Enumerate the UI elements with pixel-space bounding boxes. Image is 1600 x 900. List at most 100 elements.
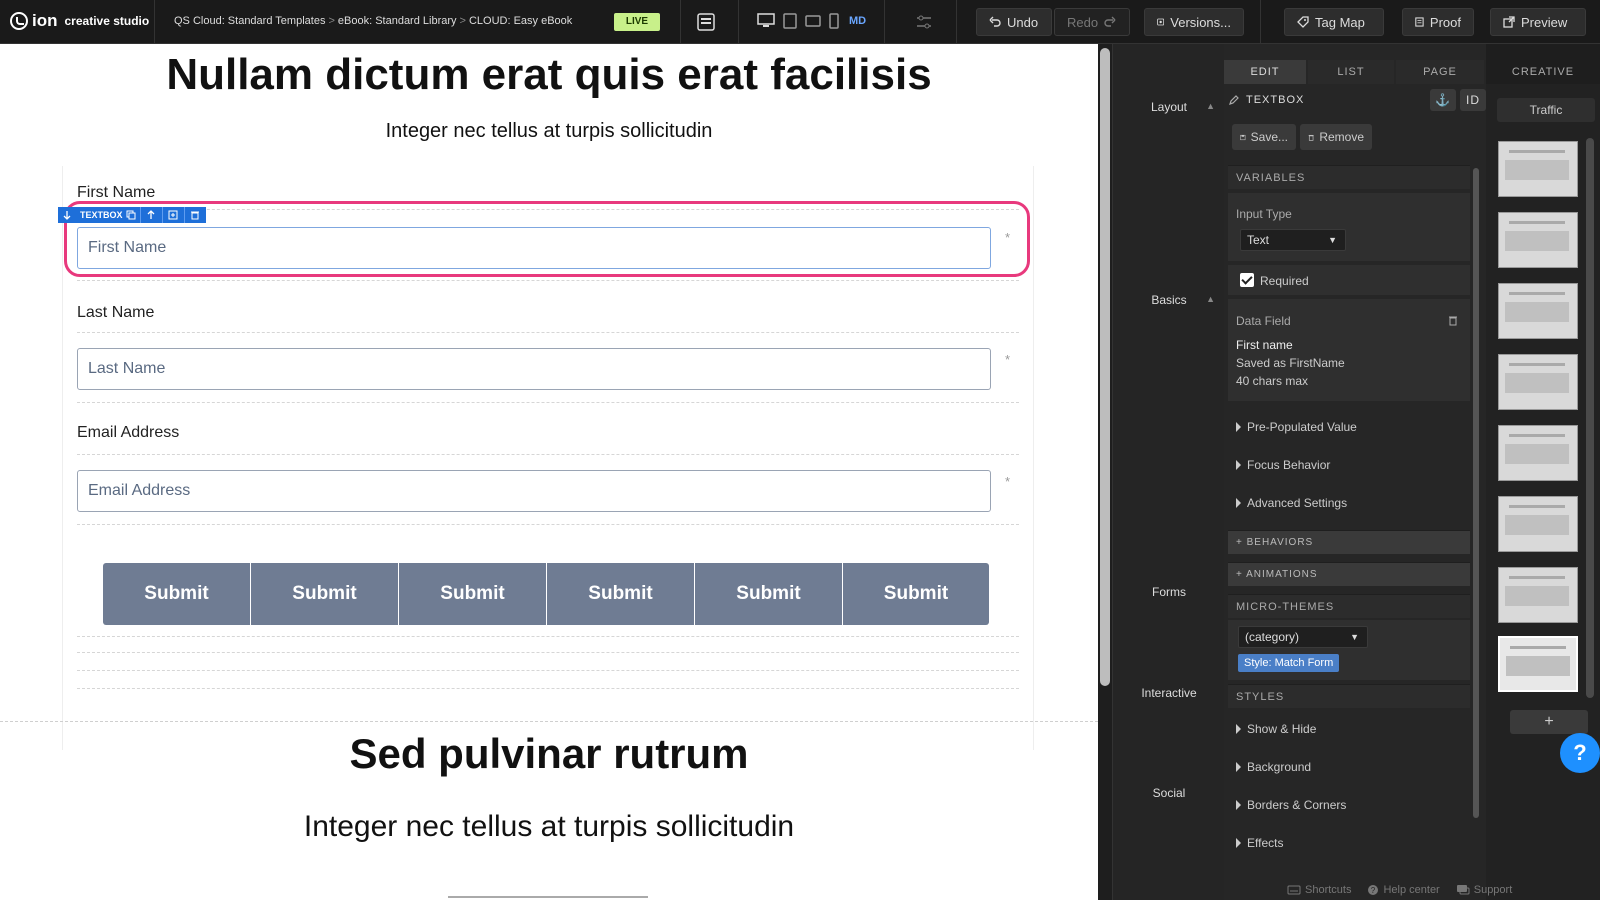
- drop-guide: [77, 332, 1019, 333]
- resize-handle[interactable]: [448, 896, 648, 898]
- submit-button[interactable]: Submit: [251, 563, 398, 625]
- page-thumbnail[interactable]: [1498, 141, 1578, 197]
- footer-links: Shortcuts ? Help center Support: [1287, 882, 1512, 898]
- expander-label: Advanced Settings: [1247, 496, 1348, 510]
- support-link[interactable]: Support: [1456, 884, 1512, 896]
- anchor-button[interactable]: ⚓: [1430, 89, 1456, 111]
- page-thumbnail[interactable]: [1498, 283, 1578, 339]
- collapse-icon[interactable]: ▲: [1206, 294, 1215, 304]
- tag-map-button[interactable]: Tag Map: [1284, 8, 1384, 36]
- settings-sliders-icon[interactable]: [914, 12, 934, 32]
- page-thumbnail-selected[interactable]: [1498, 636, 1578, 692]
- tab-list[interactable]: LIST: [1308, 60, 1394, 84]
- variables-header[interactable]: VARIABLES: [1228, 165, 1470, 189]
- divider: [154, 0, 155, 44]
- proof-button[interactable]: Proof: [1402, 8, 1474, 36]
- ion-logo[interactable]: ion creative studio: [10, 11, 149, 31]
- basics-section[interactable]: Basics ▲: [1113, 293, 1225, 307]
- tag-map-label: Tag Map: [1315, 14, 1365, 30]
- section-subheading[interactable]: Integer nec tellus at turpis sollicitudi…: [0, 810, 1098, 844]
- editor-canvas[interactable]: Nullam dictum erat quis erat facilisis I…: [0, 44, 1098, 900]
- preview-button[interactable]: Preview: [1490, 8, 1586, 36]
- live-badge[interactable]: LIVE: [614, 13, 660, 31]
- move-icon[interactable]: [139, 207, 162, 223]
- tablet-landscape-icon[interactable]: [805, 14, 821, 28]
- email-input[interactable]: Email Address: [77, 470, 991, 512]
- background-expander[interactable]: Background: [1228, 760, 1470, 774]
- panel-scrollbar[interactable]: [1473, 168, 1479, 818]
- required-label: Required: [1260, 274, 1309, 288]
- anchor-icon[interactable]: [58, 207, 76, 223]
- shortcuts-link[interactable]: Shortcuts: [1287, 884, 1351, 896]
- add-page-button[interactable]: +: [1510, 710, 1588, 734]
- data-field-name[interactable]: First name: [1228, 338, 1470, 352]
- page-thumbnail[interactable]: [1498, 567, 1578, 623]
- page-thumbnail[interactable]: [1498, 354, 1578, 410]
- submit-button[interactable]: Submit: [399, 563, 546, 625]
- advanced-settings-expander[interactable]: Advanced Settings: [1228, 496, 1470, 510]
- pre-populated-value-expander[interactable]: Pre-Populated Value: [1228, 420, 1470, 434]
- page-subheading[interactable]: Integer nec tellus at turpis sollicitudi…: [0, 120, 1098, 143]
- category-value: (category): [1245, 630, 1300, 644]
- layout-section[interactable]: Layout ▲: [1113, 100, 1225, 114]
- page-heading[interactable]: Nullam dictum erat quis erat facilisis: [0, 50, 1098, 100]
- submit-button[interactable]: Submit: [103, 563, 250, 625]
- input-type-label: Input Type: [1236, 207, 1292, 221]
- remove-button[interactable]: Remove: [1300, 124, 1372, 150]
- caret-right-icon: [1236, 838, 1241, 848]
- breadcrumb-item[interactable]: QS Cloud: Standard Templates: [174, 15, 325, 27]
- breadcrumb-item[interactable]: eBook: Standard Library: [338, 15, 457, 27]
- category-select[interactable]: (category) ▼: [1238, 626, 1368, 648]
- tab-page[interactable]: PAGE: [1396, 60, 1484, 84]
- show-hide-expander[interactable]: Show & Hide: [1228, 722, 1470, 736]
- style-tag[interactable]: Style: Match Form: [1238, 654, 1340, 672]
- breadcrumb-item[interactable]: CLOUD: Easy eBook: [469, 15, 572, 27]
- focus-behavior-expander[interactable]: Focus Behavior: [1228, 458, 1470, 472]
- tab-edit[interactable]: EDIT: [1224, 60, 1306, 84]
- versions-button[interactable]: Versions...: [1144, 8, 1244, 36]
- borders-corners-expander[interactable]: Borders & Corners: [1228, 798, 1470, 812]
- undo-button[interactable]: Undo: [976, 8, 1052, 36]
- drop-guide: [77, 688, 1019, 689]
- behaviors-accordion[interactable]: + BEHAVIORS: [1228, 530, 1470, 554]
- device-size-label[interactable]: MD: [849, 15, 866, 27]
- duplicate-icon[interactable]: [161, 207, 184, 223]
- svg-text:?: ?: [1371, 886, 1376, 895]
- layout-toggle-icon[interactable]: [696, 12, 716, 32]
- trash-icon[interactable]: [183, 207, 206, 223]
- phone-icon[interactable]: [829, 13, 839, 29]
- pencil-icon: [1229, 95, 1239, 105]
- page-thumbnail[interactable]: [1498, 425, 1578, 481]
- submit-button[interactable]: Submit: [547, 563, 694, 625]
- tab-creative[interactable]: CREATIVE: [1486, 60, 1600, 84]
- animations-accordion[interactable]: + ANIMATIONS: [1228, 562, 1470, 586]
- last-name-input[interactable]: Last Name: [77, 348, 991, 390]
- preview-label: Preview: [1521, 14, 1568, 30]
- selection-tag[interactable]: TEXTBOX: [76, 207, 140, 223]
- styles-header[interactable]: STYLES: [1228, 684, 1470, 708]
- tablet-icon[interactable]: [783, 13, 797, 29]
- traffic-button[interactable]: Traffic: [1497, 98, 1595, 122]
- submit-button[interactable]: Submit: [695, 563, 842, 625]
- help-center-link[interactable]: ? Help center: [1367, 884, 1440, 896]
- trash-icon[interactable]: [1448, 315, 1458, 326]
- id-button[interactable]: ID: [1460, 89, 1486, 111]
- section-heading[interactable]: Sed pulvinar rutrum: [0, 730, 1098, 778]
- page-thumbnail[interactable]: [1498, 212, 1578, 268]
- page-thumbnail[interactable]: [1498, 496, 1578, 552]
- canvas-scrollbar[interactable]: [1100, 48, 1110, 686]
- help-button[interactable]: ?: [1560, 733, 1600, 773]
- external-link-icon: [1503, 16, 1515, 28]
- submit-button[interactable]: Submit: [843, 563, 989, 625]
- pages-scrollbar[interactable]: [1586, 138, 1594, 698]
- divider: [738, 0, 739, 44]
- copy-icon: [126, 210, 136, 220]
- collapse-icon[interactable]: ▲: [1206, 101, 1215, 111]
- desktop-icon[interactable]: [757, 13, 775, 29]
- chat-icon: [1456, 885, 1470, 895]
- effects-expander[interactable]: Effects: [1228, 836, 1470, 850]
- redo-button[interactable]: Redo: [1054, 8, 1130, 36]
- save-button[interactable]: Save...: [1232, 124, 1296, 150]
- input-type-select[interactable]: Text ▼: [1240, 229, 1346, 251]
- micro-themes-header[interactable]: MICRO-THEMES: [1228, 594, 1470, 618]
